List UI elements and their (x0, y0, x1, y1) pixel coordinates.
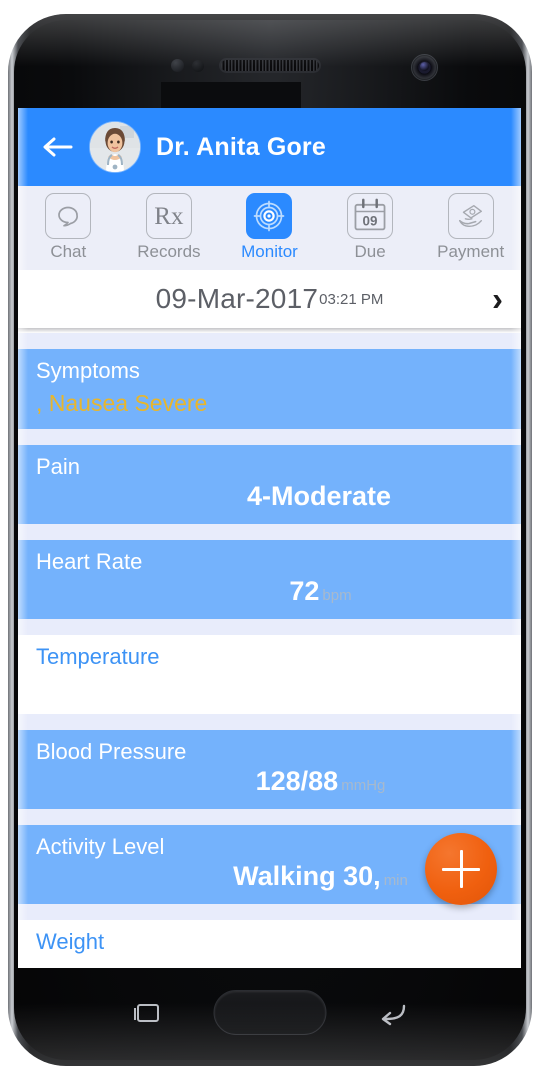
vital-label: Blood Pressure (36, 739, 187, 764)
list-divider (18, 809, 521, 825)
earpiece-speaker (219, 58, 321, 73)
vital-value: 4-Moderate (246, 481, 392, 511)
doctor-name: Dr. Anita Gore (156, 132, 326, 161)
recents-button[interactable] (132, 1000, 162, 1026)
chat-icon-frame (45, 193, 92, 239)
vital-label: Pain (36, 454, 81, 479)
chat-bubble-icon (58, 206, 79, 227)
tab-chat-label: Chat (50, 242, 87, 261)
doctor-avatar[interactable] (90, 122, 140, 172)
recents-icon (134, 1004, 159, 1022)
tab-due[interactable]: 09 Due (320, 193, 421, 262)
payment-hand-icon (458, 204, 482, 228)
rx-icon: Rx (154, 202, 184, 230)
app-screen: Dr. Anita Gore Chat Rx Records Monitor 0… (18, 108, 521, 968)
time-value: 03:21 PM (319, 290, 384, 308)
tab-monitor[interactable]: Monitor (219, 193, 320, 262)
app-bar: Dr. Anita Gore (18, 108, 521, 186)
vital-row-heart-rate[interactable]: Heart Rate 72 bpm (18, 540, 521, 619)
vital-value-wrap: 72 bpm (18, 576, 503, 607)
avatar-image (90, 122, 140, 172)
back-arrow-icon (43, 137, 73, 157)
vital-unit: min (383, 872, 408, 889)
vital-label: Temperature (36, 644, 160, 669)
tab-chat[interactable]: Chat (18, 193, 119, 262)
phone-device: Dr. Anita Gore Chat Rx Records Monitor 0… (0, 0, 540, 1080)
vital-value-wrap (18, 956, 503, 968)
list-divider (18, 714, 521, 730)
tab-records-label: Records (137, 242, 201, 261)
date-value: 09-Mar-2017 (155, 283, 319, 314)
vital-row-pain[interactable]: Pain 4-Moderate (18, 445, 521, 524)
svg-text:09: 09 (363, 214, 378, 229)
tab-due-label: Due (354, 242, 386, 261)
target-monitor-icon (254, 200, 285, 232)
vital-unit: bpm (322, 587, 352, 604)
proximity-sensor-icon (171, 59, 184, 72)
vital-label: Heart Rate (36, 549, 143, 574)
vital-row-symptoms[interactable]: Symptoms , Nausea Severe (18, 349, 521, 429)
vital-value-wrap (18, 671, 503, 702)
add-entry-fab[interactable] (425, 833, 497, 905)
front-camera-icon (411, 54, 438, 81)
chevron-right-icon[interactable]: › (492, 283, 503, 316)
vital-label: Activity Level (36, 834, 165, 859)
tab-strip: Chat Rx Records Monitor 09 Due Payment (18, 186, 521, 270)
payment-icon-frame (447, 193, 494, 239)
vital-label: Weight (36, 929, 105, 954)
records-icon-frame: Rx (145, 193, 192, 239)
vital-row-weight[interactable]: Weight (18, 920, 521, 968)
due-icon-frame: 09 (347, 193, 394, 239)
back-arrow-button[interactable] (40, 132, 76, 162)
calendar-icon: 09 (354, 198, 386, 231)
list-divider (18, 429, 521, 445)
vital-row-blood-pressure[interactable]: Blood Pressure 128/88 mmHg (18, 730, 521, 809)
list-divider (18, 904, 521, 920)
vital-unit: mmHg (341, 777, 386, 794)
monitor-icon-frame (246, 193, 293, 239)
home-button[interactable] (213, 990, 327, 1035)
tab-records[interactable]: Rx Records (119, 193, 220, 262)
date-bar[interactable]: 09-Mar-2017 03:21 PM › (18, 270, 521, 328)
vital-label: Symptoms (36, 358, 140, 383)
list-divider (18, 524, 521, 540)
vital-row-temperature[interactable]: Temperature (18, 635, 521, 714)
vital-value: 128/88 (255, 766, 339, 796)
back-button[interactable] (376, 1000, 408, 1026)
light-sensor-icon (192, 60, 204, 72)
tab-payment[interactable]: Payment (420, 193, 521, 262)
tab-payment-label: Payment (437, 242, 505, 261)
tab-monitor-label: Monitor (241, 242, 298, 261)
list-divider (18, 333, 521, 349)
vital-value: 72 (289, 576, 320, 606)
vital-subvalue: , Nausea Severe (36, 390, 208, 416)
list-divider (18, 619, 521, 635)
vital-value-wrap: 128/88 mmHg (18, 766, 503, 797)
vital-value: Walking 30, (233, 861, 381, 891)
back-icon (381, 1004, 406, 1026)
vital-value-wrap: 4-Moderate (18, 481, 503, 512)
